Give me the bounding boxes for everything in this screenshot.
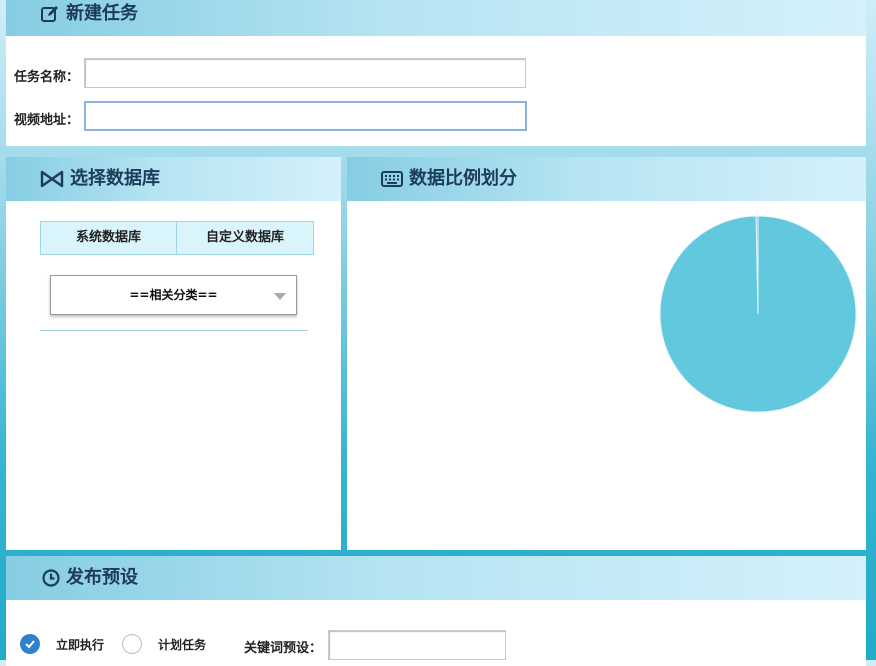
- ratio-pie-chart: [659, 215, 857, 413]
- edit-icon: [40, 4, 60, 24]
- publish-title-text: 发布预设: [66, 567, 138, 588]
- category-select-value: ==相关分类==: [129, 288, 218, 302]
- video-url-label: 视频地址：: [14, 113, 80, 128]
- task-name-label: 任务名称：: [14, 70, 80, 85]
- tab-custom-database[interactable]: 自定义数据库: [176, 222, 313, 254]
- keyword-input[interactable]: [328, 630, 506, 660]
- video-url-input[interactable]: [84, 101, 527, 131]
- new-task-title: 新建任务: [40, 0, 138, 36]
- new-task-header: 新建任务: [6, 0, 866, 36]
- chevron-down-icon: [274, 293, 286, 300]
- radio-checked-icon[interactable]: [20, 634, 40, 654]
- option-scheduled-label: 计划任务: [158, 637, 207, 652]
- option-scheduled[interactable]: 计划任务: [122, 634, 206, 654]
- publish-panel: 发布预设 立即执行 计划任务 关键词预设：: [6, 556, 866, 666]
- database-title-text: 选择数据库: [70, 168, 160, 189]
- divider: [40, 330, 308, 331]
- category-select[interactable]: ==相关分类==: [50, 275, 297, 315]
- new-task-title-text: 新建任务: [66, 3, 138, 24]
- ratio-header: 数据比例划分: [347, 157, 866, 201]
- publish-title: 发布预设: [42, 556, 138, 600]
- database-title: 选择数据库: [40, 157, 160, 201]
- tab-system-database[interactable]: 系统数据库: [41, 222, 176, 254]
- ratio-title-text: 数据比例划分: [409, 168, 517, 189]
- task-name-input[interactable]: [84, 58, 526, 88]
- ratio-panel: 数据比例划分: [347, 157, 866, 550]
- database-tabs: 系统数据库 自定义数据库: [40, 221, 314, 255]
- keyword-label: 关键词预设：: [244, 641, 323, 656]
- option-immediate[interactable]: 立即执行: [20, 634, 104, 654]
- radio-unchecked-icon[interactable]: [122, 634, 142, 654]
- database-panel: 选择数据库 系统数据库 自定义数据库 ==相关分类==: [6, 157, 341, 550]
- ratio-title: 数据比例划分: [381, 157, 517, 201]
- bowtie-icon: [40, 170, 64, 188]
- publish-header: 发布预设: [6, 556, 866, 600]
- clock-icon: [42, 569, 60, 587]
- database-header: 选择数据库: [6, 157, 341, 201]
- new-task-panel: 新建任务 任务名称： 视频地址：: [6, 0, 866, 146]
- option-immediate-label: 立即执行: [56, 637, 105, 652]
- keyboard-icon: [381, 171, 403, 187]
